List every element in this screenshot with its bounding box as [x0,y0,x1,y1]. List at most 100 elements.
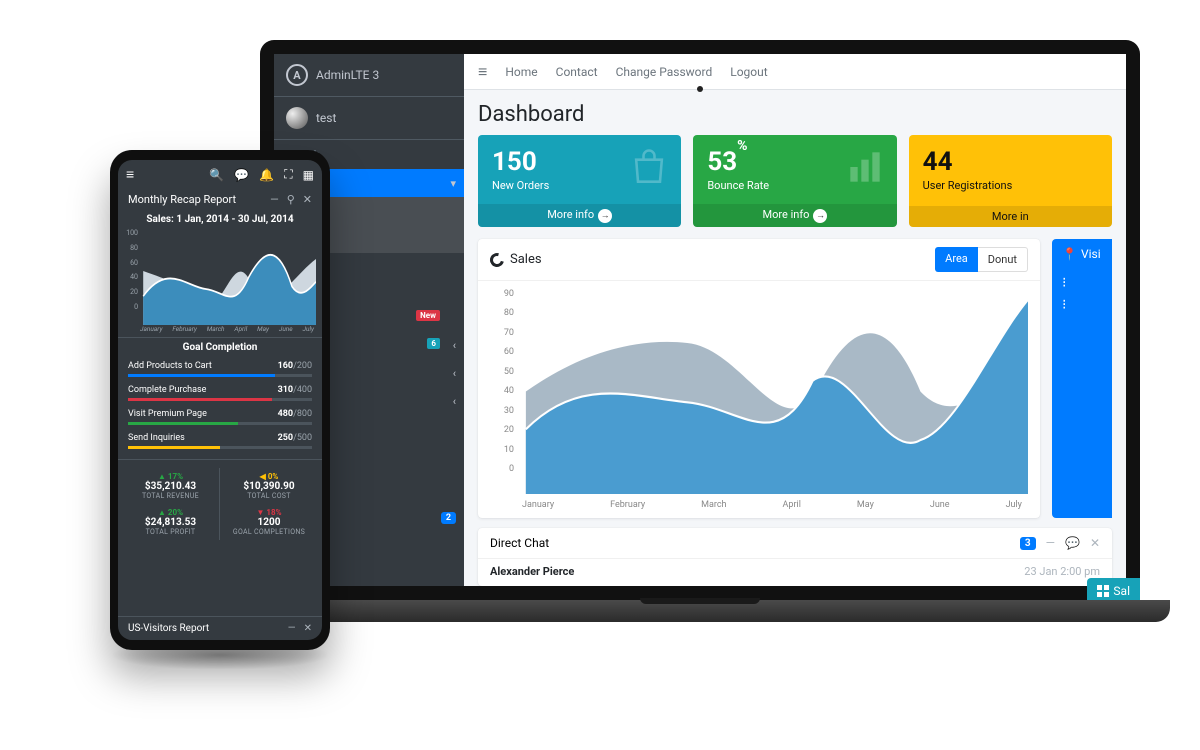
goal-header: Goal Completion [118,337,322,359]
sales-chart: 9080706050403020100 [478,281,1040,496]
stat-row: 150 New Orders More info→ 53% Bounce Rat… [464,135,1126,227]
comments-icon[interactable]: 💬 [234,168,249,182]
visitors-title: Visi [1081,247,1101,261]
phone-x-axis: JanuaryFebruaryMarchAprilMayJuneJuly [118,325,322,337]
goal-label: Add Products to Cart [128,361,212,371]
grid-icon [1097,585,1109,597]
sales-x-axis: JanuaryFebruaryMarchAprilMayJuneJuly [478,496,1040,518]
goal-label: Visit Premium Page [128,409,207,419]
minus-icon[interactable]: — [288,623,296,634]
stat-value: 44 [923,147,1098,177]
close-icon[interactable]: ✕ [304,623,312,634]
hamburger-icon[interactable]: ≡ [126,166,134,183]
pin-icon: 📍 [1062,247,1077,261]
stat-cost: ◀ 0% $10,390.90 TOTAL COST [220,468,318,504]
brand-row[interactable]: A AdminLTE 3 [274,54,464,97]
delta-up-icon: ▲ 20% [124,508,217,517]
bag-icon [627,145,671,200]
chat-badge: 3 [1020,537,1036,550]
phone-footer-card: US-Visitors Report — ✕ [118,616,322,640]
sales-card-header: Sales Area Donut [478,239,1040,281]
nav-change-password[interactable]: Change Password [616,65,713,79]
chart-toggle-group: Area Donut [935,247,1028,272]
laptop-camera-dot [697,86,703,92]
piechart-icon [487,250,506,269]
stat-new-orders[interactable]: 150 New Orders More info→ [478,135,681,227]
goal-item: Add Products to Cart160/200 [118,359,322,383]
sales-y-axis: 9080706050403020100 [490,289,514,474]
chevron-left-icon: ‹ [453,395,456,408]
main-content: ≡ Home Contact Change Password Logout Da… [464,54,1126,586]
badge-new: New [416,310,440,321]
arrow-right-icon: → [598,209,612,223]
brand-text: AdminLTE 3 [316,68,379,82]
badge-count: 2 [441,512,456,524]
sales-calendar-tab[interactable]: Sal [1087,578,1140,600]
barchart-icon [843,145,887,200]
goal-label: Complete Purchase [128,385,206,395]
hamburger-icon[interactable]: ≡ [478,62,487,82]
tool-icon[interactable]: ⚲ [287,193,295,206]
search-icon[interactable]: 🔍 [209,168,224,182]
comments-icon[interactable]: 💬 [1065,536,1080,550]
nav-contact[interactable]: Contact [556,65,598,79]
nav-home[interactable]: Home [505,65,537,79]
more-info-link[interactable]: More in [909,206,1112,227]
brand-logo-icon: A [286,64,308,86]
chat-title: Direct Chat [490,536,549,550]
phone-device: ≡ 🔍 💬 🔔 ⛶ ▦ Monthly Recap Report — ⚲ ✕ S… [110,150,330,650]
stat-user-registrations[interactable]: 44 User Registrations More in [909,135,1112,227]
goal-label: Send Inquiries [128,433,185,443]
goal-item: Complete Purchase310/400 [118,383,322,407]
footer-title: US-Visitors Report [128,623,209,634]
badge-count: 6 [427,338,440,349]
more-info-link[interactable]: More info→ [693,204,896,227]
stat-goals: ▼ 18% 1200 GOAL COMPLETIONS [220,504,318,540]
close-icon[interactable]: ✕ [1090,536,1100,550]
sales-card: Sales Area Donut 9080706050403020100 [478,239,1040,518]
laptop-base [230,600,1170,622]
stat-label: User Registrations [923,179,1098,192]
phone-screen: ≡ 🔍 💬 🔔 ⛶ ▦ Monthly Recap Report — ⚲ ✕ S… [118,160,322,640]
phone-stats-grid: ▲ 17% $35,210.43 TOTAL REVENUE ◀ 0% $10,… [118,459,322,546]
stat-profit: ▲ 20% $24,813.53 TOTAL PROFIT [122,504,220,540]
chat-sender-name: Alexander Pierce [490,565,574,578]
chevron-left-icon: ‹ [453,339,456,352]
delta-up-icon: ▲ 17% [124,472,217,481]
stat-bounce-rate[interactable]: 53% Bounce Rate More info→ [693,135,896,227]
visitors-card[interactable]: 📍Visi ⁝ ⁝ [1052,239,1112,518]
stat-revenue: ▲ 17% $35,210.43 TOTAL REVENUE [122,468,220,504]
grid-icon[interactable]: ▦ [303,168,314,182]
user-avatar-icon [286,107,308,129]
minus-icon[interactable]: — [270,193,279,206]
phone-chart-subtitle: Sales: 1 Jan, 2014 - 30 Jul, 2014 [118,212,322,229]
more-info-link[interactable]: More info→ [478,204,681,227]
direct-chat-card: Direct Chat 3 — 💬 ✕ Alexander Pierce 23 … [478,528,1112,586]
area-button[interactable]: Area [935,247,978,272]
arrow-right-icon: → [813,209,827,223]
user-name: test [316,111,336,125]
donut-button[interactable]: Donut [978,247,1028,272]
goal-item: Visit Premium Page480/800 [118,407,322,431]
panel-row: Sales Area Donut 9080706050403020100 [464,227,1126,518]
goals-list: Add Products to Cart160/200Complete Purc… [118,359,322,455]
minus-icon[interactable]: — [1046,536,1055,550]
expand-icon[interactable]: ⛶ [284,167,292,182]
laptop-device: A AdminLTE 3 test Search ▾ New 6‹ ‹ ‹ 2 … [260,40,1140,660]
goal-item: Send Inquiries250/500 [118,431,322,455]
page-title: Dashboard [464,90,1126,135]
phone-y-axis: 100806040200 [122,229,138,311]
chat-timestamp: 23 Jan 2:00 pm [1024,565,1100,578]
laptop-screen: A AdminLTE 3 test Search ▾ New 6‹ ‹ ‹ 2 … [260,40,1140,600]
sales-title: Sales [510,252,542,267]
top-navbar: ≡ Home Contact Change Password Logout [464,54,1126,90]
nav-logout[interactable]: Logout [730,65,767,79]
phone-topbar: ≡ 🔍 💬 🔔 ⛶ ▦ [118,160,322,189]
phone-title: Monthly Recap Report [128,193,236,206]
user-row[interactable]: test [274,97,464,140]
chevron-down-icon: ▾ [450,177,456,190]
phone-chart: 100806040200 [118,229,322,325]
bell-icon[interactable]: 🔔 [259,168,274,182]
close-icon[interactable]: ✕ [303,193,312,206]
delta-flat-icon: ◀ 0% [222,472,316,481]
